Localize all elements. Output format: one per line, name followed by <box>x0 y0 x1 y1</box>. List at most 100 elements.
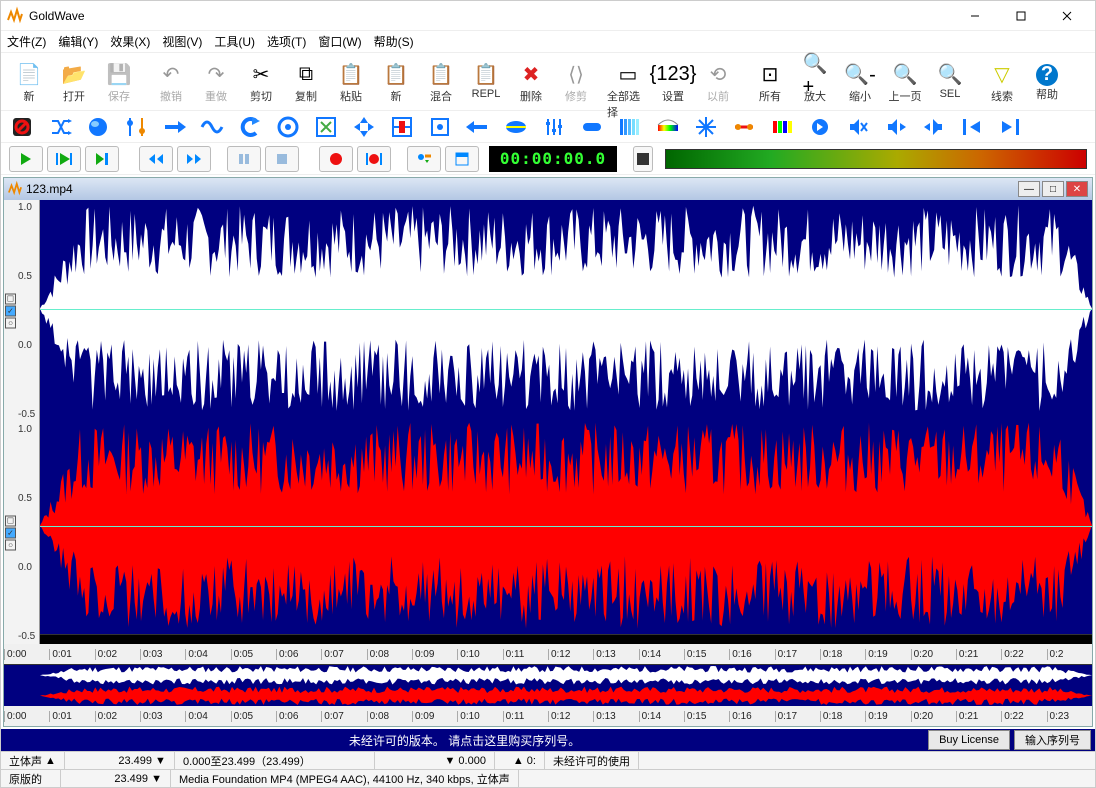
tuning-icon[interactable] <box>123 114 149 140</box>
status-channels[interactable]: 立体声 ▲ <box>1 752 65 769</box>
fit-icon[interactable] <box>351 114 377 140</box>
doc-minimize-button[interactable]: — <box>1018 181 1040 197</box>
opts-button[interactable] <box>407 146 441 172</box>
sliders-icon[interactable] <box>541 114 567 140</box>
zoomin-button[interactable]: 🔍+放大 <box>793 56 837 108</box>
mix-button[interactable]: 📋混合 <box>419 56 463 108</box>
status-position[interactable]: ▼ 0.000 <box>375 752 495 769</box>
help-button[interactable]: ?帮助 <box>1025 56 1069 108</box>
close-button[interactable] <box>1044 2 1089 30</box>
skip-l2-icon[interactable] <box>959 114 985 140</box>
stop-button[interactable] <box>265 146 299 172</box>
ch1-box2[interactable]: ✓ <box>5 306 16 317</box>
time-ruler-main[interactable]: 0:000:010:020:030:040:050:060:070:080:09… <box>4 644 1092 664</box>
menu-options[interactable]: 选项(T) <box>267 33 306 50</box>
status-format[interactable]: Media Foundation MP4 (MPEG4 AAC), 44100 … <box>171 770 519 787</box>
fastfwd-button[interactable] <box>177 146 211 172</box>
menu-tool[interactable]: 工具(U) <box>214 33 255 50</box>
repl-button[interactable]: 📋REPL <box>464 56 508 108</box>
swap-icon[interactable] <box>313 114 339 140</box>
open-button[interactable]: 📂打开 <box>52 56 96 108</box>
selall-button[interactable]: ▭全部选择 <box>606 56 650 108</box>
vol-down-icon[interactable] <box>845 114 871 140</box>
ch2-box2[interactable]: ✓ <box>5 528 16 539</box>
toolbar-label: 修剪 <box>565 88 587 102</box>
copy-button[interactable]: ⧉复制 <box>284 56 328 108</box>
time-ruler-overview[interactable]: 0:000:010:020:030:040:050:060:070:080:09… <box>4 706 1092 726</box>
menu-help[interactable]: 帮助(S) <box>374 33 414 50</box>
set-button[interactable]: {123}设置 <box>651 56 695 108</box>
undo-button[interactable]: ↶撤销 <box>149 56 193 108</box>
sel-button[interactable]: 🔍SEL <box>928 56 972 108</box>
menu-window[interactable]: 窗口(W) <box>318 33 361 50</box>
menu-view[interactable]: 视图(V) <box>162 33 202 50</box>
maximize-button[interactable] <box>998 2 1043 30</box>
cut-button[interactable]: ✂剪切 <box>239 56 283 108</box>
enter-serial-button[interactable]: 输入序列号 <box>1014 730 1091 750</box>
ch1-box3[interactable]: ○ <box>5 318 16 329</box>
delete-button[interactable]: ✖删除 <box>509 56 553 108</box>
mute-icon[interactable] <box>883 114 909 140</box>
waveform-left[interactable] <box>40 200 1092 417</box>
save-button[interactable]: 💾保存 <box>97 56 141 108</box>
minimize-button[interactable] <box>952 2 997 30</box>
ch1-box1[interactable]: ☐ <box>5 294 16 305</box>
status-zero[interactable]: ▲ 0: <box>495 752 545 769</box>
record-sel-button[interactable] <box>357 146 391 172</box>
overview-waveform[interactable] <box>4 664 1092 706</box>
cue-button[interactable]: ▽线索 <box>980 56 1024 108</box>
status-duration[interactable]: 23.499 ▼ <box>65 752 175 769</box>
zoomout-button[interactable]: 🔍-缩小 <box>838 56 882 108</box>
speaker-icon[interactable] <box>807 114 833 140</box>
record-button[interactable] <box>319 146 353 172</box>
wave-icon[interactable] <box>199 114 225 140</box>
play-end-button[interactable] <box>85 146 119 172</box>
buy-license-button[interactable]: Buy License <box>928 730 1010 750</box>
skip-r-icon[interactable] <box>997 114 1023 140</box>
stop-fx-icon[interactable] <box>9 114 35 140</box>
paste-button[interactable]: 📋粘贴 <box>329 56 373 108</box>
grab-icon[interactable] <box>427 114 453 140</box>
spectrum-icon[interactable] <box>769 114 795 140</box>
redo-button[interactable]: ↷重做 <box>194 56 238 108</box>
shuffle-icon[interactable] <box>47 114 73 140</box>
menu-edit[interactable]: 编辑(Y) <box>58 33 98 50</box>
license-message[interactable]: 未经许可的版本。 请点击这里购买序列号。 <box>1 732 928 749</box>
sparkle-icon[interactable] <box>693 114 719 140</box>
cross-icon[interactable] <box>389 114 415 140</box>
menu-effect[interactable]: 效果(X) <box>110 33 150 50</box>
prev-button[interactable]: ⟲以前 <box>696 56 740 108</box>
play-button[interactable] <box>9 146 43 172</box>
sphere-icon[interactable] <box>85 114 111 140</box>
status-duration2[interactable]: 23.499 ▼ <box>61 770 171 787</box>
bounce-icon[interactable] <box>275 114 301 140</box>
bars-icon[interactable] <box>617 114 643 140</box>
status-version[interactable]: 原版的 <box>1 770 61 787</box>
pageback-button[interactable]: 🔍上一页 <box>883 56 927 108</box>
props-button[interactable] <box>445 146 479 172</box>
rainbow-icon[interactable] <box>655 114 681 140</box>
play-sel-button[interactable] <box>47 146 81 172</box>
pause-button[interactable] <box>227 146 261 172</box>
wave-scroll-track[interactable] <box>40 634 1092 644</box>
menu-file[interactable]: 文件(Z) <box>7 33 46 50</box>
status-range[interactable]: 0.000至23.499（23.499） <box>175 752 375 769</box>
doc-close-button[interactable]: ✕ <box>1066 181 1088 197</box>
trim-button[interactable]: ⟨⟩修剪 <box>554 56 598 108</box>
arrow-r-icon[interactable] <box>161 114 187 140</box>
new-button[interactable]: 📄新 <box>7 56 51 108</box>
u-turn-icon[interactable] <box>237 114 263 140</box>
waveform-right[interactable] <box>40 417 1092 634</box>
split-v-icon[interactable] <box>503 114 529 140</box>
beam-icon[interactable] <box>731 114 757 140</box>
ch2-box1[interactable]: ☐ <box>5 516 16 527</box>
doc-maximize-button[interactable]: □ <box>1042 181 1064 197</box>
vu-toggle[interactable] <box>633 146 653 172</box>
arrow-l-icon[interactable] <box>465 114 491 140</box>
pill-icon[interactable] <box>579 114 605 140</box>
pastenew-button[interactable]: 📋新 <box>374 56 418 108</box>
skip-l-icon[interactable] <box>921 114 947 140</box>
rewind-button[interactable] <box>139 146 173 172</box>
ch2-box3[interactable]: ○ <box>5 540 16 551</box>
all-button[interactable]: ⊡所有 <box>748 56 792 108</box>
